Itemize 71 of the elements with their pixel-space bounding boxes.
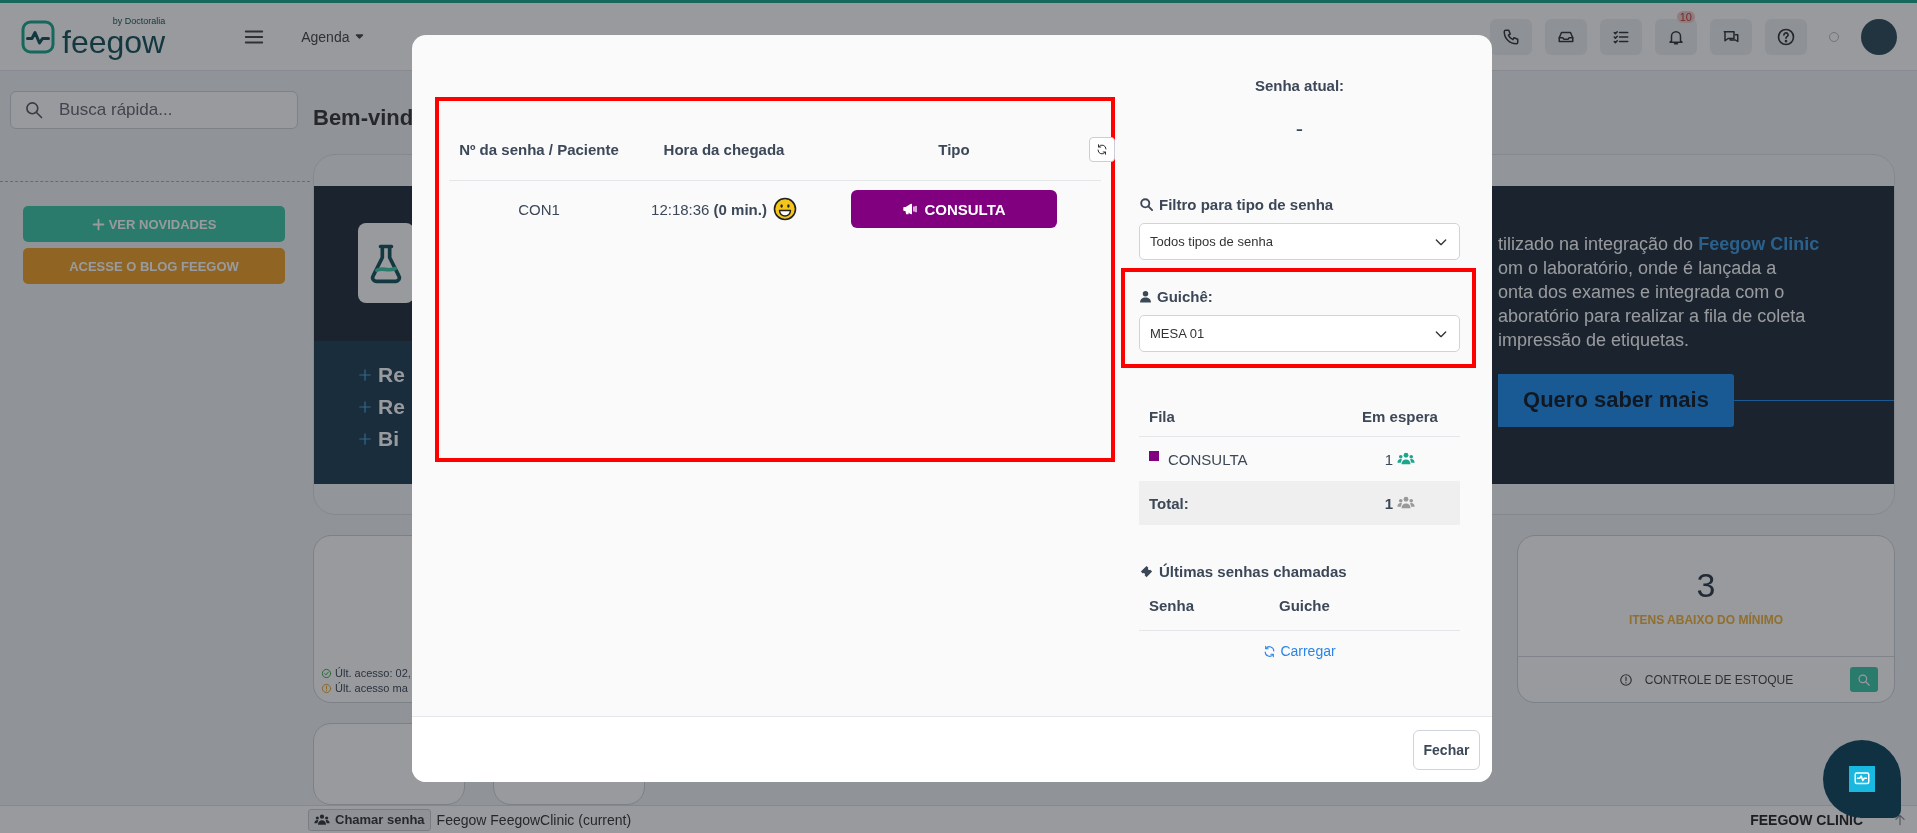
stock-label: ITENS ABAIXO DO MÍNIMO	[1628, 612, 1784, 627]
caret-icon	[355, 32, 365, 41]
search-field[interactable]: Busca rápida...	[10, 91, 298, 129]
call-type-button[interactable]: CONSULTA	[851, 190, 1057, 228]
ticket-type-select[interactable]: Todos tipos de senha	[1139, 223, 1460, 260]
cta-button[interactable]: Quero saber mais	[1498, 373, 1734, 427]
plus-icon	[91, 217, 105, 231]
waiting-count: 1	[1384, 450, 1394, 468]
banner-text: tilizado na integração do Feegow Clinic	[1498, 232, 1821, 256]
check-circle-icon	[321, 667, 332, 679]
column-header: Senha	[1149, 596, 1195, 614]
user-avatar[interactable]	[1861, 18, 1897, 55]
nav-menu[interactable]: Agenda	[301, 28, 365, 45]
column-header: Em espera	[1361, 407, 1439, 425]
queue-name: CONSULTA	[1168, 450, 1248, 468]
inbox-button[interactable]	[1545, 18, 1587, 55]
refresh-icon	[1263, 644, 1277, 658]
search-icon	[1139, 197, 1154, 212]
search-icon	[1857, 672, 1871, 687]
counter-select[interactable]: MESA 01	[1139, 315, 1460, 352]
chat-button[interactable]	[1710, 18, 1752, 55]
column-header: Tipo	[937, 141, 971, 158]
stock-link[interactable]: CONTROLE DE ESTOQUE	[1644, 672, 1794, 687]
user-icon	[1139, 290, 1152, 303]
notification-badge: 10	[1676, 10, 1695, 23]
tasks-button[interactable]	[1600, 18, 1642, 55]
ticket-icon	[1139, 564, 1154, 579]
smiley-icon	[772, 197, 797, 221]
plus-icon	[358, 399, 372, 414]
stock-count: 3	[1696, 565, 1716, 605]
current-ticket-label: Senha atual:	[1253, 77, 1346, 94]
close-button[interactable]: Fechar	[1413, 729, 1480, 770]
refresh-button[interactable]	[1089, 137, 1115, 162]
column-header: Hora da chegada	[662, 141, 786, 158]
plus-icon	[358, 431, 372, 446]
phone-icon	[1502, 27, 1520, 46]
banner-text: impressão de etiquetas.	[1498, 328, 1691, 352]
plus-icon	[358, 367, 372, 382]
access-text: Últ. acesso ma	[335, 682, 408, 694]
total-label: Total:	[1149, 494, 1190, 512]
banner-text: om o laboratório, onde é lançada a	[1498, 256, 1778, 280]
help-icon	[1776, 26, 1796, 47]
alert-circle-icon	[1618, 672, 1633, 687]
counter-label: Guichê:	[1157, 288, 1213, 305]
total-count: 1	[1384, 494, 1394, 512]
megaphone-icon	[902, 201, 919, 217]
banner-bullet: Re	[378, 394, 405, 419]
load-link[interactable]: Carregar	[1263, 643, 1336, 659]
help-button[interactable]	[1765, 18, 1807, 55]
column-header: Guiche	[1279, 596, 1331, 614]
filter-label: Filtro para tipo de senha	[1159, 196, 1334, 213]
arrow-up-icon[interactable]	[1893, 812, 1907, 827]
recent-title: Últimas senhas chamadas	[1159, 563, 1347, 580]
phone-button[interactable]	[1490, 18, 1532, 55]
greeting-title: Bem-vind	[313, 105, 414, 132]
search-icon	[24, 100, 44, 120]
ticket-cell-text: CON1	[517, 200, 561, 218]
call-ticket-button[interactable]: Chamar senha	[308, 808, 431, 831]
current-ticket-value: -	[1294, 116, 1305, 140]
access-text: Últ. acesso: 02,	[335, 667, 411, 679]
column-header: Fila	[1149, 407, 1176, 425]
banner-text: aboratório para realizar a fila de coleta	[1498, 304, 1807, 328]
alert-circle-icon	[321, 682, 332, 694]
environment-label: Feegow FeegowClinic (current)	[436, 811, 632, 828]
column-header: Nº da senha / Paciente	[458, 141, 620, 158]
refresh-icon	[1096, 143, 1108, 156]
logo-icon	[20, 18, 56, 55]
banner-bullet: Re	[378, 362, 405, 387]
banner-text: onta dos exames e integrada com o	[1498, 280, 1786, 304]
arrival-time: 12:18:36 (0 min.)	[651, 200, 767, 218]
banner-bullet: Bi	[378, 426, 399, 451]
